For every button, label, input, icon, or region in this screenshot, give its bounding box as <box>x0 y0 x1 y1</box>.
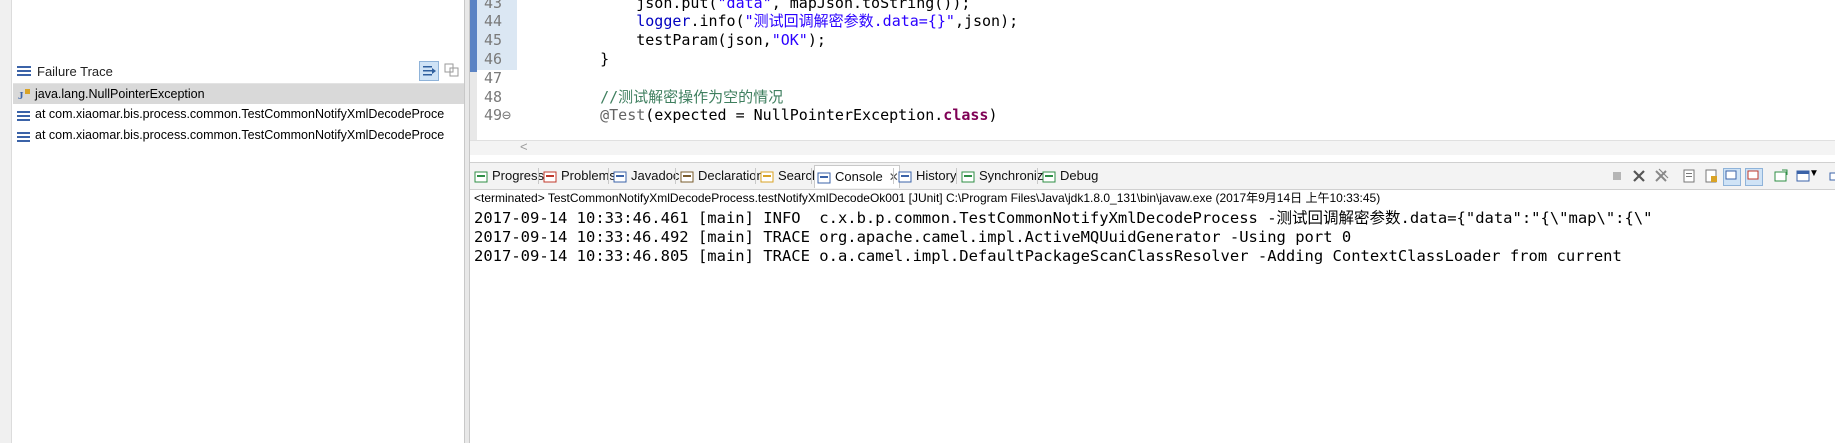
failure-trace-header: Failure Trace <box>13 59 464 84</box>
search-icon <box>760 169 774 183</box>
failure-trace-title: Failure Trace <box>37 64 113 79</box>
terminate-icon[interactable] <box>1609 168 1625 184</box>
console-line: 2017-09-14 10:33:46.805 [main] TRACE o.a… <box>474 247 1622 265</box>
console-icon <box>817 170 831 184</box>
scroll-lock-icon[interactable] <box>1703 168 1719 184</box>
trace-row-text: at com.xiaomar.bis.process.common.TestCo… <box>35 107 445 121</box>
declaration-icon <box>680 169 694 183</box>
tab-label: Declaration <box>698 168 764 183</box>
bottom-view-tabbar: Progress Problems Javadoc Declaration Search… <box>470 162 1835 190</box>
remove-all-launches-icon[interactable] <box>1653 168 1669 184</box>
show-console-on-output-icon[interactable] <box>1723 168 1741 186</box>
tab-declaration[interactable]: Declaration <box>678 165 764 187</box>
line-number: 49⊖ <box>484 106 512 124</box>
history-icon <box>898 169 912 183</box>
editor-horizontal-scrollbar[interactable]: < <box>470 139 1835 155</box>
tab-label: Progress <box>492 168 545 183</box>
console-process-label: <terminated> TestCommonNotifyXmlDecodePr… <box>474 191 1381 205</box>
synchronize-icon <box>961 169 975 183</box>
tab-history[interactable]: History <box>896 165 956 187</box>
tab-console[interactable]: Console✕ <box>814 165 900 188</box>
trace-row-frame[interactable]: at com.xiaomar.bis.process.common.TestCo… <box>13 125 464 145</box>
code-editor[interactable]: 43 json.put("data", mapJson.toString());… <box>470 0 1835 155</box>
overview-ruler <box>470 0 477 140</box>
filter-stack-trace-button[interactable] <box>419 61 439 81</box>
minimize-icon[interactable] <box>1827 168 1835 184</box>
failure-trace-icon <box>17 65 31 80</box>
view-gutter <box>0 0 12 443</box>
stack-frame-icon <box>17 129 31 145</box>
console-output[interactable]: 2017-09-14 10:33:46.461 [main] INFO c.x.… <box>470 207 1835 443</box>
code-text: @Test(expected = NullPointerException.cl… <box>600 106 998 124</box>
trace-row-exception[interactable]: J java.lang.NullPointerException <box>13 84 464 104</box>
tab-label: History <box>916 168 957 183</box>
trace-row-text: at com.xiaomar.bis.process.common.TestCo… <box>35 128 445 142</box>
debug-icon <box>1042 169 1056 183</box>
tab-debug[interactable]: Debug <box>1040 165 1098 187</box>
tab-javadoc[interactable]: Javadoc <box>611 165 679 187</box>
trace-row-text: java.lang.NullPointerException <box>35 87 205 101</box>
tab-label: Debug <box>1060 168 1099 183</box>
svg-text:J: J <box>18 90 24 102</box>
javadoc-icon <box>613 169 627 183</box>
code-text: } <box>564 50 610 68</box>
clear-console-icon[interactable] <box>1681 168 1697 184</box>
chevron-down-icon[interactable]: ▼ <box>1809 168 1825 184</box>
progress-icon <box>474 169 488 183</box>
compare-result-button[interactable] <box>443 61 463 81</box>
tab-label: Console <box>835 169 883 184</box>
tab-label: Javadoc <box>631 168 680 183</box>
stack-frame-icon <box>17 108 31 124</box>
trace-row-frame[interactable]: at com.xiaomar.bis.process.common.TestCo… <box>13 104 464 124</box>
remove-launch-icon[interactable] <box>1631 168 1647 184</box>
show-console-on-error-icon[interactable] <box>1745 168 1763 186</box>
tab-progress[interactable]: Progress <box>472 165 544 187</box>
junit-view: Failure Trace J java.lang.NullPointerExc… <box>0 0 464 443</box>
exception-icon: J <box>17 88 31 104</box>
tab-problems[interactable]: Problems <box>541 165 616 187</box>
pin-console-icon[interactable] <box>1773 168 1789 184</box>
problems-icon <box>543 169 557 183</box>
scroll-left-icon[interactable]: < <box>520 139 528 154</box>
